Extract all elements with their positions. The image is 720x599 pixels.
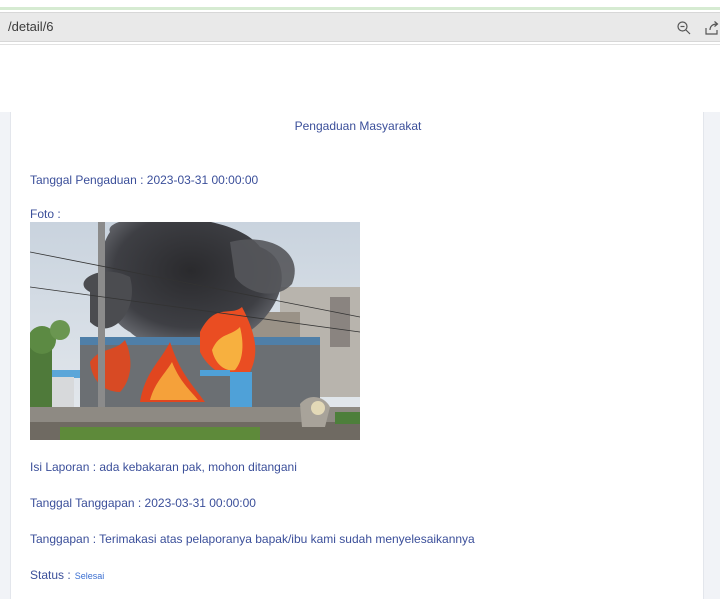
address-bar[interactable]: /detail/6 — [0, 12, 720, 42]
status-label: Status : — [30, 568, 71, 582]
status-row: Status : Selesai — [30, 568, 104, 582]
status-badge: Selesai — [74, 571, 105, 581]
detail-card: Pengaduan Masyarakat Tanggal Pengaduan :… — [10, 112, 704, 599]
toolbar-divider — [0, 44, 720, 45]
browser-accent-line — [0, 7, 720, 10]
url-text[interactable]: /detail/6 — [8, 19, 54, 34]
tanggal-pengaduan: Tanggal Pengaduan : 2023-03-31 00:00:00 — [30, 173, 259, 187]
tanggal-tanggapan: Tanggal Tanggapan : 2023-03-31 00:00:00 — [30, 496, 256, 510]
tanggapan: Tanggapan : Terimakasi atas pelaporanya … — [30, 532, 475, 546]
zoom-out-icon[interactable] — [676, 20, 692, 36]
foto-label: Foto : — [30, 207, 61, 221]
page-title: Pengaduan Masyarakat — [294, 119, 422, 133]
isi-laporan: Isi Laporan : ada kebakaran pak, mohon d… — [30, 460, 297, 474]
share-icon[interactable] — [704, 20, 720, 36]
house-fire-photo — [30, 222, 360, 440]
